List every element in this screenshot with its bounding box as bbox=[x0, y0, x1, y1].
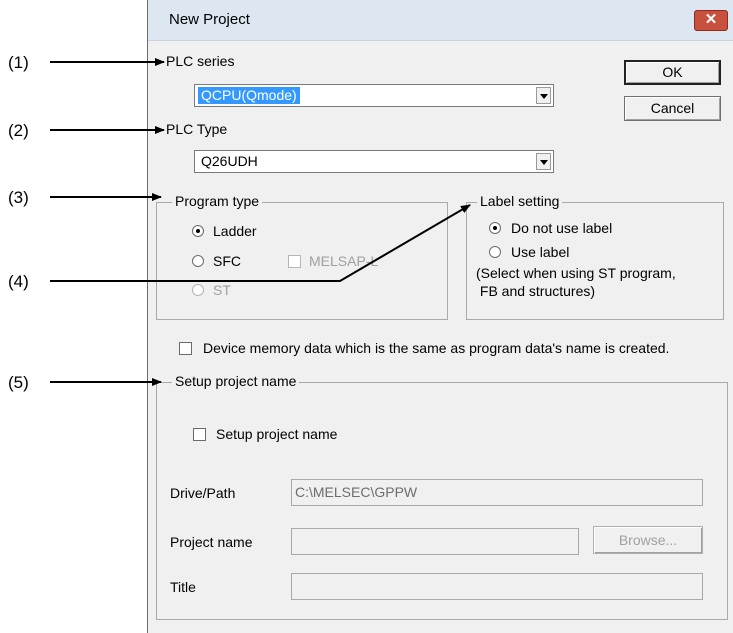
arrow-4 bbox=[50, 204, 471, 282]
callout-arrows bbox=[50, 58, 471, 386]
